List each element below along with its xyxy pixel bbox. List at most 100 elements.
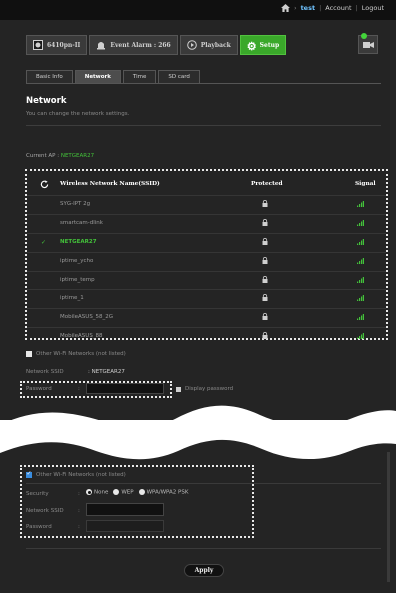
network-list: Wireless Network Name(SSID) Protected Si… (25, 169, 388, 340)
signal-icon (357, 219, 364, 226)
security-option-label: None (94, 489, 109, 496)
table-row[interactable]: ✓ NETGEAR27 (27, 232, 386, 252)
table-row[interactable]: SYG-IPT 2g (27, 195, 386, 214)
device-label: 6410pn-II (47, 41, 81, 49)
ssid-cell: iptime_ycho (60, 257, 94, 264)
tab-sd-card[interactable]: SD card (158, 70, 200, 84)
current-ap-value: NETGEAR27 (60, 153, 95, 159)
display-password-checkbox[interactable] (176, 386, 181, 392)
divider (26, 83, 381, 84)
display-password-option[interactable]: Display password (176, 386, 233, 392)
radio[interactable] (138, 489, 145, 495)
ssid-cell: SYG-IPT 2g (60, 201, 91, 207)
tabs: Basic Info Network Time SD card (26, 70, 200, 84)
table-row[interactable]: smartcam-dlink (27, 213, 386, 233)
lock-icon (262, 237, 268, 245)
signal-icon (357, 238, 364, 245)
user-link[interactable]: test (301, 4, 316, 12)
other-networks-option-2[interactable]: Other Wi-Fi Networks (not listed) (26, 470, 126, 478)
refresh-icon[interactable] (40, 180, 49, 189)
security-label: Security (26, 491, 49, 497)
security-option-wpa[interactable]: WPA/WPA2 PSK (138, 489, 189, 496)
device-button[interactable]: 6410pn-II (26, 35, 88, 55)
network-table-header: Wireless Network Name(SSID) Protected Si… (27, 178, 386, 192)
password-input[interactable] (86, 383, 164, 394)
page-subtitle: You can change the network settings. (26, 111, 130, 117)
table-row[interactable]: MobileASUS_58_2G (27, 308, 386, 327)
security-options: None WEP WPA/WPA2 PSK (86, 489, 188, 496)
table-row[interactable]: iptime_temp (27, 270, 386, 290)
lock-icon (262, 200, 268, 207)
other-networks-checkbox-checked[interactable] (26, 470, 32, 478)
table-row[interactable]: iptime_ycho (27, 251, 386, 271)
lock-icon (262, 332, 268, 340)
signal-icon (357, 276, 364, 283)
password-label: Password (26, 386, 52, 392)
apply-button[interactable]: Apply (184, 564, 224, 577)
password-label-2: Password (26, 524, 52, 530)
playback-button[interactable]: Playback (179, 35, 238, 55)
network-ssid-input[interactable] (86, 503, 164, 516)
signal-icon (357, 201, 364, 207)
security-option-none[interactable]: None (86, 489, 108, 496)
password-input-2[interactable] (86, 520, 164, 532)
tab-basic-info[interactable]: Basic Info (26, 70, 73, 84)
network-rows: SYG-IPT 2g smartcam-dlink ✓ NETGEAR27 iptime… (27, 195, 386, 346)
page: › test | Account | Logout 6410pn-II Even… (0, 0, 396, 593)
divider (26, 548, 381, 549)
gear-icon: ⚙ (246, 40, 257, 53)
ssid-cell: smartcam-dlink (60, 219, 103, 226)
radio-selected[interactable] (86, 489, 92, 495)
network-ssid-row: Network SSID : NETGEAR27 (26, 369, 125, 375)
account-link[interactable]: Account (325, 4, 351, 12)
page-title: Network (26, 96, 67, 106)
security-option-wep[interactable]: WEP (113, 489, 134, 496)
lock-icon (262, 313, 268, 321)
tab-time[interactable]: Time (122, 70, 157, 84)
ssid-cell: MobileASUS_88 (60, 333, 103, 340)
security-option-label: WEP (121, 489, 134, 496)
signal-icon (357, 257, 364, 264)
tab-network[interactable]: Network (74, 70, 121, 84)
table-row[interactable]: iptime_1 (27, 289, 386, 308)
signal-icon (357, 295, 364, 302)
divider (26, 125, 381, 126)
colon: : (78, 386, 80, 392)
other-networks-option[interactable]: Other Wi-Fi Networks (not listed) (26, 351, 126, 357)
current-ap-label: Current AP : (26, 153, 60, 159)
network-ssid-label: Network SSID (26, 369, 64, 375)
lock-icon (262, 256, 268, 264)
logout-link[interactable]: Logout (362, 4, 384, 12)
top-bar: › test | Account | Logout (0, 0, 396, 20)
divider (26, 483, 381, 484)
other-networks-label-2: Other Wi-Fi Networks (not listed) (36, 472, 126, 478)
radio[interactable] (113, 489, 120, 495)
network-ssid-value: : NETGEAR27 (88, 369, 125, 375)
ssid-cell: iptime_1 (60, 295, 84, 302)
network-ssid-label-2: Network SSID (26, 508, 64, 514)
setup-button[interactable]: ⚙ Setup (239, 35, 287, 55)
protected-header: Protected (251, 181, 283, 187)
other-networks-checkbox[interactable] (26, 351, 32, 357)
ssid-cell: iptime_temp (60, 276, 95, 283)
lock-icon (262, 294, 268, 302)
event-alarm-label: Event Alarm : 266 (110, 41, 171, 49)
status-indicator (361, 33, 367, 39)
scrollbar[interactable] (387, 452, 390, 582)
play-icon (186, 40, 197, 50)
top-nav: › test | Account | Logout (281, 4, 384, 12)
table-row[interactable]: MobileASUS_88 (27, 327, 386, 346)
event-alarm-button[interactable]: Event Alarm : 266 (89, 35, 178, 55)
alarm-icon (97, 42, 106, 50)
security-option-label: WPA/WPA2 PSK (146, 489, 189, 496)
home-icon[interactable] (281, 4, 291, 12)
separator: | (355, 4, 358, 12)
video-camera-icon (363, 42, 374, 48)
other-networks-label: Other Wi-Fi Networks (not listed) (36, 351, 126, 357)
camera-device-icon (33, 40, 43, 50)
torn-edge-divider (0, 405, 396, 460)
ssid-cell: NETGEAR27 (60, 238, 97, 245)
playback-label: Playback (200, 41, 231, 49)
check-icon: ✓ (41, 238, 47, 246)
lock-icon (262, 218, 268, 226)
